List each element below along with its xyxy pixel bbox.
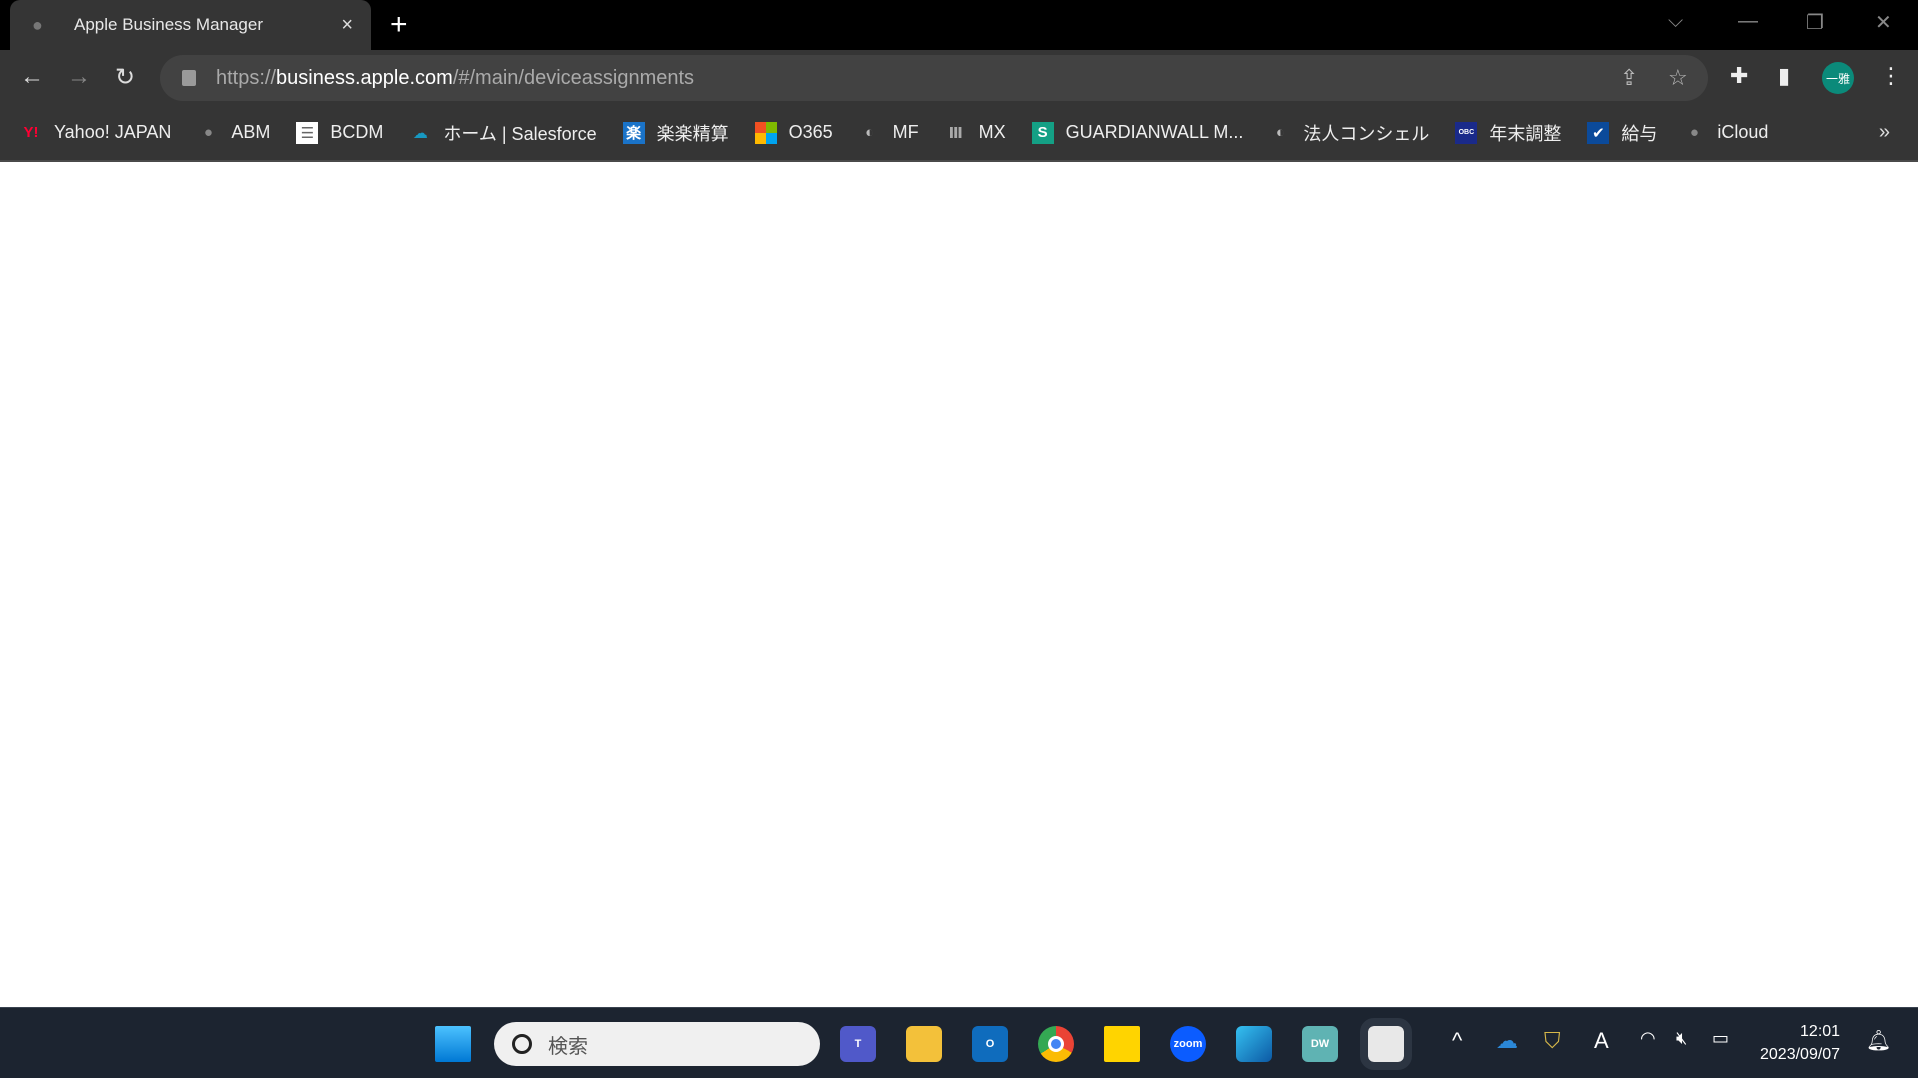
bookmark-label: ABM [231, 122, 271, 142]
extensions-icon[interactable]: ✚ [1730, 63, 1748, 89]
restore-button[interactable]: ❐ [1806, 10, 1824, 35]
bookmark-label: MF [892, 122, 919, 142]
close-window-button[interactable]: ✕ [1875, 10, 1892, 35]
taskbar-search[interactable]: 検索 [494, 1022, 820, 1066]
security-shield-icon[interactable]: ⛉ [1544, 1028, 1561, 1054]
url-scheme: https:// [216, 66, 277, 89]
ime-icon[interactable]: A [1594, 1028, 1609, 1054]
bookmark-abm[interactable]: ● ABM [197, 122, 271, 144]
clock[interactable]: 12:01 2023/09/07 [1760, 1020, 1840, 1066]
notification-bell-icon[interactable]: 🔔︎ [1866, 1028, 1891, 1053]
payroll-icon: ✔ [1587, 121, 1610, 144]
bookmark-guardianwall-m[interactable]: S GUARDIANWALL M... [1031, 121, 1244, 144]
side-panel-icon[interactable]: ▮ [1778, 63, 1790, 89]
document-icon: ☰ [296, 121, 319, 144]
browser-toolbar: ← → ↻ https://business.apple.com/#/main/… [0, 50, 1918, 105]
bookmark-o365[interactable]: O365 [754, 121, 833, 144]
lock-icon[interactable] [182, 70, 196, 86]
salesforce-cloud-icon: ☁ [412, 124, 428, 142]
bookmark-mf[interactable]: ◐ MF [859, 122, 919, 144]
globe-icon: ◐ [1275, 124, 1285, 141]
search-placeholder: 検索 [548, 1035, 588, 1058]
bookmark-[interactable]: ✔ 給与 [1587, 120, 1657, 146]
clock-date: 2023/09/07 [1760, 1046, 1841, 1063]
bookmark-label: O365 [788, 122, 833, 142]
obc-icon: OBC [1455, 121, 1478, 144]
share-icon[interactable]: ⇪ [1620, 65, 1638, 91]
search-icon [512, 1034, 532, 1054]
battery-icon[interactable]: ▭ [1712, 1028, 1729, 1049]
bookmark-label: 給与 [1621, 123, 1658, 144]
tab-apple-business-manager[interactable]: ● Apple Business Manager × [10, 0, 371, 50]
mx-icon: Ⅲ [948, 124, 963, 142]
bookmark-mx[interactable]: Ⅲ MX [945, 122, 1006, 144]
bookmark-label: 法人コンシェル [1303, 123, 1430, 144]
minimize-button[interactable]: — [1738, 10, 1758, 33]
page-content [0, 162, 1918, 1007]
wifi-icon[interactable]: ◠ [1640, 1028, 1656, 1049]
bookmark-[interactable]: ◐ 法人コンシェル [1269, 120, 1430, 146]
bookmarks-bar: Y! Yahoo! JAPAN ● ABM ☰ BCDM ☁ ホーム | Salesforce… [0, 105, 1918, 162]
bookmark-label: Yahoo! JAPAN [54, 122, 172, 142]
bookmark-icloud[interactable]: ● iCloud [1683, 122, 1769, 144]
url-host: business.apple.com [276, 66, 453, 89]
rakuraku-icon: 楽 [622, 121, 645, 144]
outlook-icon[interactable]: O [972, 1026, 1008, 1062]
back-button[interactable]: ← [20, 63, 44, 91]
bookmark-label: GUARDIANWALL M... [1065, 122, 1244, 142]
close-tab-icon[interactable]: × [341, 14, 353, 37]
tab-search-chevron-icon[interactable]: ⌵ [1668, 10, 1683, 33]
tab-strip: ● Apple Business Manager × + ⌵ — ❐ ✕ [0, 0, 1918, 50]
bookmark-[interactable]: OBC 年末調整 [1455, 120, 1561, 146]
forward-button[interactable]: → [67, 63, 91, 91]
apple-icon: ● [32, 14, 43, 35]
zoom-icon[interactable]: zoom [1170, 1026, 1206, 1062]
more-bookmarks-chevron-icon[interactable]: » [1879, 121, 1890, 144]
bookmark-bcdm[interactable]: ☰ BCDM [296, 121, 384, 144]
microsoft-icon [754, 121, 777, 144]
bookmark-[interactable]: 楽楽楽精算 [622, 120, 729, 146]
file-explorer-icon[interactable] [906, 1026, 942, 1062]
onedrive-icon[interactable]: ☁ [1496, 1028, 1518, 1054]
sticky-notes-icon[interactable] [1104, 1026, 1140, 1062]
start-button[interactable] [435, 1026, 471, 1062]
menu-icon[interactable]: ⋮ [1880, 63, 1902, 89]
snipping-tool-icon[interactable] [1360, 1018, 1412, 1070]
yahoo-icon: Y! [23, 124, 39, 141]
bookmark-star-icon[interactable]: ☆ [1668, 65, 1688, 91]
bookmark-label: MX [978, 122, 1006, 142]
taskbar: 検索 T O zoom DW ^ ☁ ⛉ A ◠ 🔇︎ ▭ 12:01 2023… [0, 1007, 1918, 1078]
bookmark-label: 楽楽精算 [656, 123, 729, 144]
clock-time: 12:01 [1800, 1023, 1841, 1040]
apple-icon: ● [203, 124, 213, 141]
globe-icon: ◐ [865, 124, 875, 141]
bookmark-salesforce[interactable]: ☁ ホーム | Salesforce [409, 120, 597, 146]
bookmark-label: BCDM [330, 122, 384, 142]
tab-title: Apple Business Manager [74, 15, 264, 34]
reload-button[interactable]: ↻ [115, 63, 135, 92]
chrome-icon[interactable] [1038, 1026, 1074, 1062]
bookmark-label: 年末調整 [1489, 123, 1562, 144]
edge-icon[interactable] [1236, 1026, 1272, 1062]
teams-icon[interactable]: T [840, 1026, 876, 1062]
bookmark-label: iCloud [1717, 122, 1769, 142]
dw-app-icon[interactable]: DW [1302, 1026, 1338, 1062]
apple-icon: ● [1689, 124, 1699, 141]
speaker-muted-icon[interactable]: 🔇︎ [1676, 1028, 1687, 1049]
new-tab-button[interactable]: + [390, 8, 408, 42]
guardianwall-icon: S [1031, 121, 1054, 144]
show-hidden-icons-chevron[interactable]: ^ [1452, 1028, 1462, 1054]
bookmark-label: ホーム | Salesforce [443, 123, 597, 144]
address-bar[interactable]: https://business.apple.com/#/main/device… [160, 55, 1708, 101]
bookmark-yahoo-japan[interactable]: Y! Yahoo! JAPAN [20, 122, 172, 144]
url-path: /#/main/deviceassignments [452, 66, 695, 89]
profile-avatar[interactable]: 一雅 [1822, 62, 1854, 94]
